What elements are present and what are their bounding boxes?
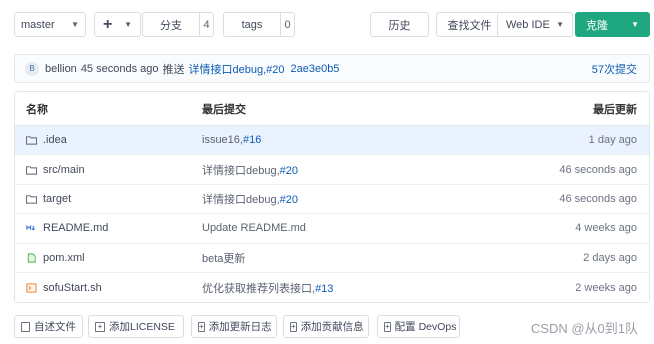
history-button[interactable]: 历史 <box>370 12 429 37</box>
add-contributing-label: 添加贡献信息 <box>300 321 364 333</box>
table-row[interactable]: README.md Update README.md 4 weeks ago <box>15 214 649 244</box>
updated-time: 1 day ago <box>588 134 637 147</box>
file-name-link[interactable]: pom.xml <box>43 252 85 264</box>
xml-file-icon <box>27 253 36 263</box>
tags-label: tags <box>241 18 263 31</box>
readme-label: 自述文件 <box>34 321 76 333</box>
file-name-link[interactable]: sofuStart.sh <box>43 282 102 294</box>
gear-icon: + <box>384 321 391 332</box>
table-row[interactable]: pom.xml beta更新 2 days ago <box>15 244 649 273</box>
folder-icon <box>26 136 37 145</box>
commit-text: 详情接口debug, <box>202 193 280 206</box>
book-icon <box>21 321 30 332</box>
header-commit: 最后提交 <box>202 103 246 116</box>
chevron-down-icon: ▼ <box>556 20 564 29</box>
issue-link[interactable]: #20 <box>280 194 298 206</box>
table-row[interactable]: src/main 详情接口debug,#20 46 seconds ago <box>15 155 649 185</box>
repo-toolbar: master ▼ + ▼ 分支 4 tags 0 历史 查找文件 Web IDE… <box>14 12 650 38</box>
avatar[interactable]: B <box>25 61 39 76</box>
shell-file-icon <box>26 283 37 293</box>
branches-label: 分支 <box>160 19 182 32</box>
file-name-link[interactable]: target <box>43 193 71 205</box>
file-name-link[interactable]: README.md <box>43 222 108 234</box>
header-time: 最后更新 <box>593 103 637 116</box>
add-dropdown-button[interactable]: + ▼ <box>94 12 141 37</box>
branch-select[interactable]: master ▼ <box>14 12 86 37</box>
add-changelog-label: 添加更新日志 <box>208 321 272 333</box>
readme-button[interactable]: 自述文件 <box>14 315 83 338</box>
commit-count-link[interactable]: 57次提交 <box>592 61 637 77</box>
branch-label: master <box>21 18 55 31</box>
plus-icon: + <box>95 321 105 332</box>
configure-devops-button[interactable]: + 配置 DevOps <box>377 315 460 338</box>
updated-time: 46 seconds ago <box>559 163 637 176</box>
updated-time: 46 seconds ago <box>559 192 637 205</box>
commit-hash-link[interactable]: 2ae3e0b5 <box>290 63 339 75</box>
plus-icon: + <box>290 321 297 332</box>
chevron-down-icon: ▼ <box>124 20 132 29</box>
issue-link[interactable]: #13 <box>315 283 333 295</box>
folder-icon <box>26 165 37 175</box>
watermark: CSDN @从0到1队 <box>530 321 638 336</box>
last-commit-bar: B bellion 45 seconds ago 推送 详情接口debug,#2… <box>14 54 650 83</box>
add-license-button[interactable]: + 添加LICENSE <box>88 315 184 338</box>
commit-time: 45 seconds ago <box>80 62 159 75</box>
table-row[interactable]: target 详情接口debug,#20 46 seconds ago <box>15 185 649 215</box>
table-row[interactable]: .idea issue16,#16 1 day ago <box>15 126 649 156</box>
web-ide-button[interactable]: Web IDE ▼ <box>497 12 573 37</box>
folder-icon <box>26 195 37 204</box>
commit-author[interactable]: bellion <box>45 63 77 75</box>
markdown-icon <box>26 225 36 231</box>
add-changelog-button[interactable]: + 添加更新日志 <box>191 315 277 338</box>
add-contributing-button[interactable]: + 添加贡献信息 <box>283 315 369 338</box>
configure-devops-label: 配置 DevOps <box>394 321 457 333</box>
branches-button[interactable]: 分支 4 <box>142 12 214 37</box>
commit-text: Update README.md <box>202 222 306 235</box>
plus-icon: + <box>103 15 113 33</box>
plus-icon: + <box>198 321 205 332</box>
tags-button[interactable]: tags 0 <box>223 12 295 37</box>
updated-time: 2 weeks ago <box>575 281 637 294</box>
file-name-link[interactable]: .idea <box>43 134 67 146</box>
clone-label: 克隆 <box>586 19 608 32</box>
table-header: 名称 最后提交 最后更新 <box>15 92 649 126</box>
commit-text: 优化获取推荐列表接口, <box>202 282 316 295</box>
header-name: 名称 <box>26 103 48 116</box>
issue-link[interactable]: #16 <box>243 134 261 146</box>
issue-link[interactable]: #20 <box>280 165 298 177</box>
updated-time: 2 days ago <box>583 251 637 264</box>
table-row[interactable]: sofuStart.sh 优化获取推荐列表接口,#13 2 weeks ago <box>15 273 649 302</box>
file-name-link[interactable]: src/main <box>43 164 85 176</box>
find-file-button[interactable]: 查找文件 <box>436 12 503 37</box>
chevron-down-icon: ▼ <box>631 20 639 29</box>
clone-button[interactable]: 克隆 ▼ <box>575 12 650 37</box>
commit-text: 详情接口debug, <box>202 164 280 177</box>
commit-text: issue16, <box>202 134 243 147</box>
tags-count: 0 <box>280 13 294 36</box>
chevron-down-icon: ▼ <box>71 20 79 29</box>
commit-action: 推送 <box>162 63 185 76</box>
add-license-label: 添加LICENSE <box>109 321 175 333</box>
branches-count: 4 <box>199 13 213 36</box>
commit-message-link[interactable]: 详情接口debug,#20 <box>188 61 284 77</box>
file-table: 名称 最后提交 最后更新 .idea issue16,#16 1 day ago… <box>14 91 650 303</box>
commit-text: beta更新 <box>202 252 246 265</box>
web-ide-label: Web IDE <box>506 18 550 31</box>
updated-time: 4 weeks ago <box>575 222 637 235</box>
